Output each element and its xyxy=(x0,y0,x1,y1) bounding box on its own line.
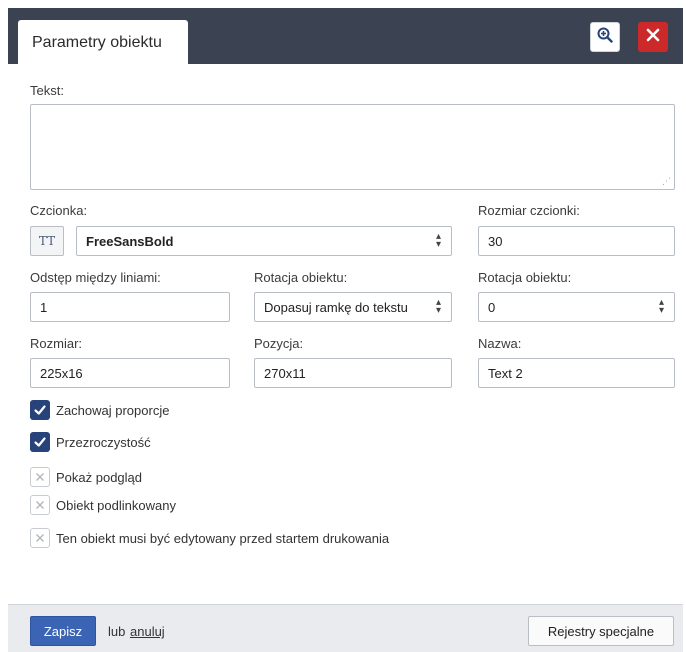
position-value: 270x11 xyxy=(264,366,306,381)
position-label: Pozycja: xyxy=(254,336,304,351)
tab-object-parameters[interactable]: Parametry obiektu xyxy=(18,20,188,67)
size-value: 225x16 xyxy=(40,366,83,381)
line-spacing-label: Odstęp między liniami: xyxy=(30,270,161,285)
name-value: Text 2 xyxy=(488,366,523,381)
unchecked-x-icon[interactable] xyxy=(30,467,50,487)
checkbox-label: Pokaż podgląd xyxy=(56,469,143,485)
dialog-header: Parametry obiektu xyxy=(8,8,683,67)
close-icon xyxy=(646,28,660,47)
name-input[interactable]: Text 2 xyxy=(478,358,675,388)
name-label: Nazwa: xyxy=(478,336,522,351)
font-size-input[interactable]: 30 xyxy=(478,226,675,256)
cancel-link[interactable]: anuluj xyxy=(130,624,165,639)
resize-grip-icon[interactable]: ⋰ xyxy=(662,176,671,187)
dialog-footer: Zapisz lub anuluj Rejestry specjalne xyxy=(8,604,683,652)
font-label: Czcionka: xyxy=(30,203,88,218)
checkbox-show-preview[interactable]: Pokaż podgląd xyxy=(30,466,142,488)
rotation-mode-select[interactable]: Dopasuj ramkę do tekstu ▴ ▾ xyxy=(254,292,452,322)
select-arrows-icon: ▴ ▾ xyxy=(435,231,441,250)
unchecked-x-icon[interactable] xyxy=(30,528,50,548)
checkbox-keep-proportions[interactable]: Zachowaj proporcje xyxy=(30,399,169,421)
save-button[interactable]: Zapisz xyxy=(30,616,96,646)
checkmark-icon[interactable] xyxy=(30,400,50,420)
special-registers-button[interactable]: Rejestry specjalne xyxy=(528,616,674,646)
unchecked-x-icon[interactable] xyxy=(30,495,50,515)
checkbox-transparency[interactable]: Przezroczystość xyxy=(30,431,151,453)
text-textarea[interactable]: ⋰ xyxy=(30,104,675,190)
checkbox-label: Ten obiekt musi być edytowany przed star… xyxy=(56,530,390,546)
rotation-angle-label: Rotacja obiektu: xyxy=(478,270,572,285)
checkmark-icon[interactable] xyxy=(30,432,50,452)
rotation-angle-select[interactable]: 0 ▴ ▾ xyxy=(478,292,675,322)
checkbox-label: Przezroczystość xyxy=(56,434,151,450)
zoom-in-icon xyxy=(597,27,613,48)
or-text: lub xyxy=(108,624,126,639)
text-label: Tekst: xyxy=(30,83,64,98)
checkbox-label: Zachowaj proporcje xyxy=(56,402,170,418)
font-value: FreeSansBold xyxy=(86,234,174,249)
line-spacing-input[interactable]: 1 xyxy=(30,292,230,322)
select-arrows-icon: ▴ ▾ xyxy=(658,297,664,316)
size-label: Rozmiar: xyxy=(30,336,83,351)
text-size-icon: TT xyxy=(38,234,56,248)
zoom-button[interactable] xyxy=(590,22,620,52)
rotation-angle-value: 0 xyxy=(488,300,496,315)
dialog-body: Tekst: ⋰ Czcionka: TT FreeSansBold ▴ ▾ Ro… xyxy=(8,64,683,604)
size-input[interactable]: 225x16 xyxy=(30,358,230,388)
rotation-mode-value: Dopasuj ramkę do tekstu xyxy=(264,300,408,315)
checkbox-label: Obiekt podlinkowany xyxy=(56,497,176,513)
font-style-button[interactable]: TT xyxy=(30,226,64,256)
position-input[interactable]: 270x11 xyxy=(254,358,452,388)
checkbox-linked-object[interactable]: Obiekt podlinkowany xyxy=(30,494,176,516)
font-size-value: 30 xyxy=(488,234,503,249)
checkbox-edit-before-print[interactable]: Ten obiekt musi być edytowany przed star… xyxy=(30,527,389,549)
rotation-mode-label: Rotacja obiektu: xyxy=(254,270,348,285)
line-spacing-value: 1 xyxy=(40,300,48,315)
object-parameters-dialog: Parametry obiektu Tekst: ⋰ Czcionka: TT … xyxy=(0,0,686,652)
select-arrows-icon: ▴ ▾ xyxy=(435,297,441,316)
close-button[interactable] xyxy=(638,22,668,52)
font-size-label: Rozmiar czcionki: xyxy=(478,203,580,218)
font-select[interactable]: FreeSansBold ▴ ▾ xyxy=(76,226,452,256)
